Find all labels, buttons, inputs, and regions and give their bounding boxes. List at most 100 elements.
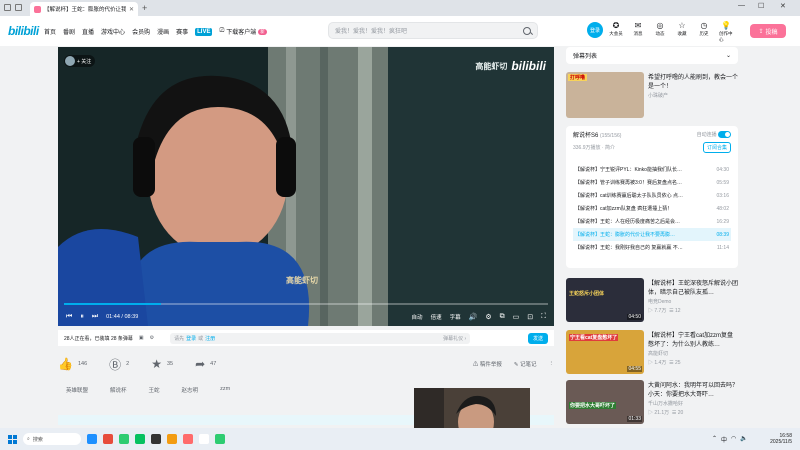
upload-button[interactable]: ⇪ 投稿: [750, 24, 786, 38]
nav-esports[interactable]: 赛事: [176, 27, 188, 36]
browser-tab-active[interactable]: 【解说杯】王蛇：膨胀的代价让我不要… ✕: [30, 2, 138, 16]
autoplay-toggle[interactable]: [718, 131, 731, 139]
messages-button[interactable]: ✉ 消息: [631, 21, 645, 43]
in-video-caption: 高能虾切: [286, 276, 318, 285]
recommended-video-card[interactable]: 你要把水大哥吓坏了 01:33 大黄问阿水：我明年可以回去吗？小天：你要把水大哥…: [566, 380, 738, 424]
nav-live[interactable]: 直播: [82, 27, 94, 36]
nav-home[interactable]: 首页: [44, 27, 56, 36]
danmaku-list-header[interactable]: 弹幕列表 ⌄: [566, 47, 738, 64]
coin-icon: Ⓑ: [109, 357, 122, 372]
pip-icon[interactable]: ⧉: [500, 313, 505, 321]
close-window-button[interactable]: ✕: [780, 2, 786, 10]
creator-center-button[interactable]: 💡 创作中心: [719, 21, 733, 43]
tag-item[interactable]: 解说杯: [102, 384, 135, 396]
speed-button[interactable]: 倍速: [431, 313, 442, 321]
nav-game-center[interactable]: 游戏中心: [101, 27, 125, 36]
playlist-item[interactable]: 【解说杯】cat加zzm队复盘 疯狂遭捶上猜！ 48:02: [573, 202, 731, 215]
volume-icon[interactable]: 🔊: [469, 313, 478, 321]
subtitle-button[interactable]: 字幕: [450, 313, 461, 321]
danmaku-settings-icon[interactable]: ⚙: [150, 335, 154, 341]
taskbar-app-icon[interactable]: [199, 434, 209, 444]
dynamics-button[interactable]: ◎ 动态: [653, 21, 667, 43]
playlist-item[interactable]: 【解说杯】王蛇：我刚好我自己的 复赢就赢 不… 11:14: [573, 241, 731, 254]
download-client-link[interactable]: ⎚ 下载客户端 新: [219, 27, 267, 36]
more-options-icon[interactable]: ⋮: [549, 361, 555, 367]
progress-bar[interactable]: [64, 303, 548, 305]
minimize-button[interactable]: —: [738, 2, 745, 9]
recommended-author[interactable]: 电竞Demo: [648, 298, 738, 305]
nav-manga[interactable]: 漫画: [157, 27, 169, 36]
tag-item[interactable]: zzm: [212, 384, 239, 396]
taskbar-app-icon[interactable]: [167, 434, 177, 444]
taskbar-search-input[interactable]: ⌕ 搜索: [23, 433, 81, 445]
danmaku-toggle-icon[interactable]: ▣: [139, 335, 144, 341]
taskbar-app-icon[interactable]: [215, 434, 225, 444]
search-input[interactable]: 爱我！爱我！爱我！疯狂吧: [328, 22, 538, 39]
input-language[interactable]: 中: [721, 435, 727, 444]
playlist-item-current[interactable]: 【解说杯】王蛇：膨胀的代价让我不要再膨… 08:39: [573, 228, 731, 241]
taskbar-app-icon[interactable]: [87, 434, 97, 444]
playlist-item-duration: 04:30: [716, 166, 729, 173]
chevron-up-icon[interactable]: ⌃: [712, 435, 717, 444]
playlist-item[interactable]: 【解说杯】宁王锐评PYL：Kinko能抽我们队长… 04:30: [573, 163, 731, 176]
settings-icon[interactable]: ⚙: [485, 313, 491, 321]
like-button[interactable]: 👍 146: [58, 357, 87, 371]
playlist-title[interactable]: 解说杯S6: [573, 133, 598, 139]
taskbar-app-icon[interactable]: [151, 434, 161, 444]
nav-anime[interactable]: 番剧: [63, 27, 75, 36]
coin-button[interactable]: Ⓑ 2: [109, 356, 129, 373]
report-button[interactable]: ⚠ 稿件举报: [473, 360, 502, 368]
quality-button[interactable]: 自动: [412, 313, 423, 321]
windows-start-icon[interactable]: [8, 434, 17, 444]
danmaku-etiquette-link[interactable]: 弹幕礼仪 ›: [443, 335, 466, 342]
note-button[interactable]: ✎ 记笔记: [514, 360, 537, 368]
taskbar-clock[interactable]: 16:58 2025/11/5: [770, 433, 792, 445]
share-button[interactable]: ➦ 47: [195, 357, 216, 371]
taskbar-app-icon[interactable]: [119, 434, 129, 444]
taskbar-app-icon[interactable]: [103, 434, 113, 444]
speaker-icon[interactable]: 🔈: [740, 435, 747, 444]
recommended-stats: ▷ 7.7万 ☰ 12: [648, 308, 681, 314]
recommended-video-card[interactable]: 宁王看cat复盘憋坏了 04:55 【解说杯】宁王看cat加zzm复盘憋坏了：为…: [566, 330, 738, 374]
maximize-button[interactable]: ☐: [758, 2, 764, 10]
fullscreen-icon[interactable]: ⛶: [541, 313, 546, 321]
bilibili-logo[interactable]: bilibili: [8, 24, 39, 38]
new-tab-button[interactable]: +: [142, 3, 147, 13]
tag-item[interactable]: 英雄联盟: [58, 384, 97, 396]
pause-icon[interactable]: ⏸: [80, 313, 84, 321]
danmaku-register-link[interactable]: 注册: [205, 335, 215, 342]
nav-mall[interactable]: 会员购: [132, 27, 150, 36]
playlist-item[interactable]: 【解说杯】王蛇：人在经历极度痛苦之后是会… 16:29: [573, 215, 731, 228]
tag-item[interactable]: 王蛇: [140, 384, 168, 396]
playlist-item[interactable]: 【解说杯】管子训练赛再被3:0！赛后复盘点名… 05:59: [573, 176, 731, 189]
tab-close-icon[interactable]: ✕: [129, 6, 134, 13]
history-button[interactable]: ◷ 历史: [697, 21, 711, 43]
taskbar-app-icon[interactable]: [183, 434, 193, 444]
recommended-author[interactable]: 高能虾切: [648, 350, 738, 357]
next-icon[interactable]: ⏭: [92, 313, 98, 321]
search-icon[interactable]: [523, 26, 531, 35]
recommended-author[interactable]: 千山万水撒哈好: [648, 400, 738, 407]
danmaku-input[interactable]: 请先 登录 或 注册 弹幕礼仪 ›: [170, 332, 471, 344]
widescreen-icon[interactable]: ▭: [513, 313, 520, 321]
playlist-item[interactable]: 【解说杯】cat训练赛赢后聪太子队队员依心 点… 03:16: [573, 189, 731, 202]
prev-icon[interactable]: ⏮: [66, 313, 72, 321]
favorites-button[interactable]: ☆ 收藏: [675, 21, 689, 43]
taskbar-app-icon[interactable]: [135, 434, 145, 444]
featured-ad-card[interactable]: 打呼噜 希望打呼噜的人能刷到，教会一个是一个！ 小珠破产: [566, 72, 738, 120]
subscribe-collection-button[interactable]: 订阅合集: [702, 142, 731, 153]
uploader-follow-chip[interactable]: + 关注: [64, 55, 96, 67]
recommended-video-card[interactable]: 王蛇怒斥小团体 04:50 【解说杯】王蛇深夜怒斥解说小团体，暗示自己被队友孤……: [566, 278, 738, 322]
live-badge[interactable]: LIVE: [195, 27, 213, 36]
workspace-icon[interactable]: [4, 4, 11, 11]
vip-button[interactable]: ✪ 大会员: [609, 21, 623, 43]
danmaku-login-link[interactable]: 登录: [186, 335, 196, 342]
login-avatar-button[interactable]: 登录: [587, 22, 603, 38]
tab-list-icon[interactable]: [15, 4, 22, 11]
web-fullscreen-icon[interactable]: ⊡: [527, 313, 533, 321]
send-danmaku-button[interactable]: 发送: [527, 332, 548, 344]
video-player[interactable]: + 关注 高能虾切 bilibili 高能虾切 ⏮ ⏸ ⏭ 01:44 / 08…: [58, 47, 554, 326]
wifi-icon[interactable]: ◠: [731, 435, 736, 444]
favorite-button[interactable]: ★ 35: [151, 357, 173, 371]
tag-item[interactable]: 赵志明: [173, 384, 207, 396]
